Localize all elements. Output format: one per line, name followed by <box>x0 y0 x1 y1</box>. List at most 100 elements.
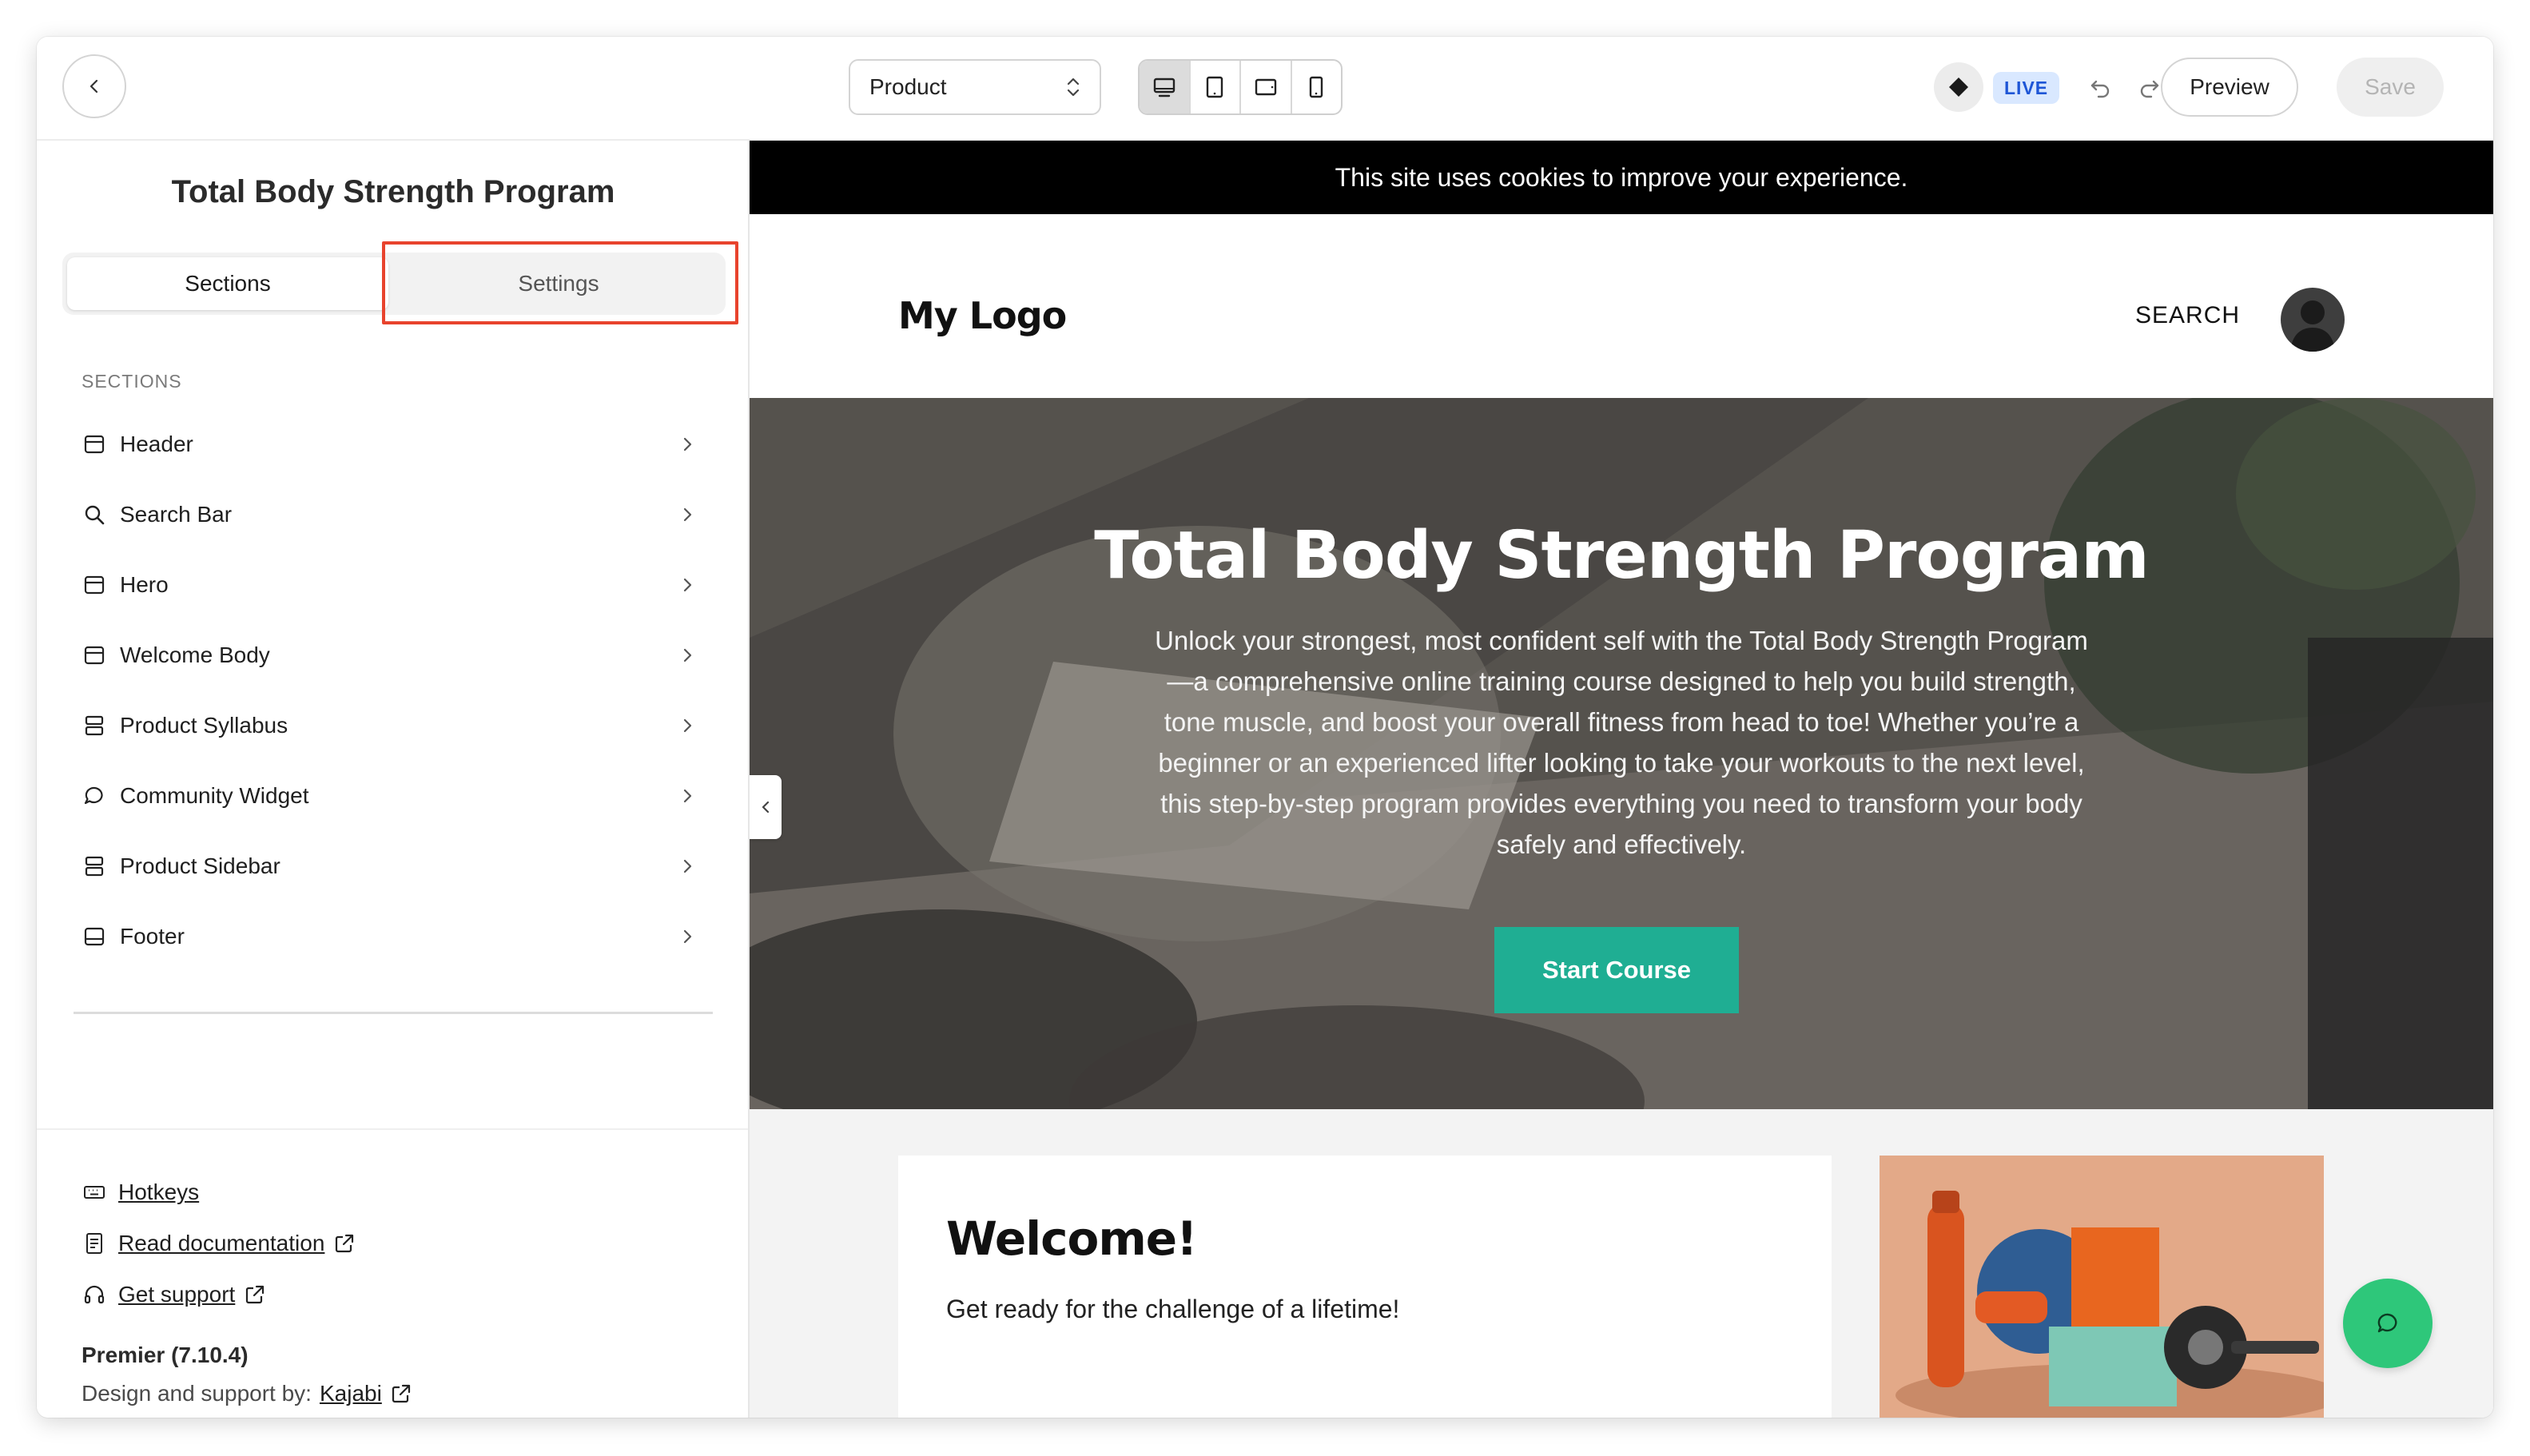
section-item-label: Welcome Body <box>120 642 270 667</box>
credit-prefix: Design and support by: <box>82 1381 312 1406</box>
section-item-label: Hero <box>120 572 169 597</box>
chevron-right-icon <box>674 642 700 668</box>
chevron-right-icon <box>674 432 700 457</box>
layout-icon <box>82 432 107 457</box>
page-title: Total Body Strength Program <box>171 174 615 209</box>
hero-section: Total Body Strength Program Unlock your … <box>750 398 2493 1109</box>
top-toolbar: Product LIVE Preview Save <box>37 37 2493 141</box>
section-item-welcome-body[interactable]: Welcome Body <box>82 620 708 690</box>
section-item-label: Product Syllabus <box>120 713 288 738</box>
preview-button[interactable]: Preview <box>2161 58 2298 117</box>
chevron-left-icon <box>90 79 98 93</box>
welcome-card: Welcome! Get ready for the challenge of … <box>898 1156 1832 1418</box>
desktop-icon <box>1153 78 1175 97</box>
external-link-icon <box>332 1231 356 1255</box>
site-header: My Logo SEARCH <box>750 214 2493 398</box>
cookie-banner: This site uses cookies to improve your e… <box>750 141 2493 214</box>
site-preview: This site uses cookies to improve your e… <box>750 141 2493 1418</box>
footer-divider <box>37 1128 748 1130</box>
tablet-landscape-icon <box>1255 78 1276 96</box>
hotkeys-label: Hotkeys <box>118 1180 200 1204</box>
credit-line: Design and support by: Kajabi <box>82 1381 412 1406</box>
section-item-product-syllabus[interactable]: Product Syllabus <box>82 690 708 761</box>
chevron-right-icon <box>674 783 700 809</box>
diamond-icon <box>1949 78 1968 97</box>
hero-description: Unlock your strongest, most confident se… <box>1155 626 2088 859</box>
section-item-label: Search Bar <box>120 502 233 527</box>
page-select-value: Product <box>869 74 947 99</box>
section-item-label: Community Widget <box>120 783 309 808</box>
page-select[interactable]: Product <box>849 59 1101 115</box>
start-course-button[interactable]: Start Course <box>1494 927 1739 1013</box>
hero-title: Total Body Strength Program <box>1094 518 2149 594</box>
external-link-icon <box>390 1382 412 1405</box>
editor-window: Product LIVE Preview Save Total Body Str… <box>37 37 2493 1418</box>
undo-button[interactable] <box>2082 70 2118 105</box>
sections-heading: SECTIONS <box>82 371 182 392</box>
version-label: Premier (7.10.4) <box>82 1343 249 1367</box>
headset-icon <box>82 1282 107 1307</box>
section-list: Header Search Bar Hero Welcome Body Prod <box>82 409 708 972</box>
user-silhouette-icon <box>2290 300 2335 352</box>
section-item-label: Product Sidebar <box>120 853 280 878</box>
tablet-icon <box>1207 76 1223 98</box>
site-logo[interactable]: My Logo <box>898 294 1067 337</box>
chevron-right-icon <box>674 924 700 949</box>
section-item-community-widget[interactable]: Community Widget <box>82 761 708 831</box>
desktop-view-button[interactable] <box>1140 61 1191 113</box>
welcome-text: Get ready for the challenge of a lifetim… <box>946 1295 1400 1323</box>
rows-icon <box>82 853 107 879</box>
fitness-equipment-image <box>1880 1156 2324 1418</box>
undo-icon <box>2090 80 2110 98</box>
search-icon <box>82 502 107 527</box>
chevron-left-icon <box>762 801 770 814</box>
section-item-product-sidebar[interactable]: Product Sidebar <box>82 831 708 901</box>
editor-sidebar: Total Body Strength Program Sections Set… <box>37 141 750 1418</box>
sidebar-tabs: Sections Settings <box>62 253 726 315</box>
document-icon <box>82 1231 107 1256</box>
chevron-updown-icon <box>1067 78 1080 97</box>
tablet-view-button[interactable] <box>1191 61 1241 113</box>
section-item-search-bar[interactable]: Search Bar <box>82 479 708 550</box>
chevron-right-icon <box>674 572 700 598</box>
layout-icon <box>82 572 107 598</box>
kajabi-link[interactable]: Kajabi <box>320 1381 382 1406</box>
tab-settings[interactable]: Settings <box>396 257 721 310</box>
section-item-hero[interactable]: Hero <box>82 550 708 620</box>
welcome-title: Welcome! <box>946 1211 1198 1266</box>
chevron-right-icon <box>674 713 700 738</box>
mobile-icon <box>1310 76 1323 98</box>
section-item-label: Footer <box>120 924 185 949</box>
mobile-view-button[interactable] <box>1292 61 1342 113</box>
save-button[interactable]: Save <box>2337 58 2444 117</box>
collapse-sidebar-handle[interactable] <box>750 775 782 839</box>
device-switcher <box>1138 59 1343 115</box>
support-link[interactable]: Get support <box>82 1282 267 1307</box>
section-item-header[interactable]: Header <box>82 409 708 479</box>
site-search-link[interactable]: SEARCH <box>2135 302 2240 329</box>
live-badge: LIVE <box>1993 72 2060 104</box>
rows-icon <box>82 713 107 738</box>
keyboard-icon <box>82 1180 107 1205</box>
chat-icon <box>2377 1313 2397 1333</box>
external-link-icon <box>243 1283 267 1307</box>
ai-assistant-button[interactable] <box>1934 62 1983 112</box>
documentation-link[interactable]: Read documentation <box>82 1231 356 1256</box>
hotkeys-link[interactable]: Hotkeys <box>82 1180 199 1205</box>
chevron-right-icon <box>674 502 700 527</box>
tablet-landscape-view-button[interactable] <box>1241 61 1292 113</box>
product-image <box>1880 1156 2324 1418</box>
list-divider <box>74 1012 713 1014</box>
support-label: Get support <box>118 1282 236 1307</box>
chat-button[interactable] <box>2343 1279 2433 1368</box>
section-item-label: Header <box>120 432 193 456</box>
avatar[interactable] <box>2281 288 2345 352</box>
section-item-footer[interactable]: Footer <box>82 901 708 972</box>
documentation-label: Read documentation <box>118 1231 325 1255</box>
back-button[interactable] <box>62 54 126 118</box>
chat-bubble-icon <box>82 783 107 809</box>
redo-icon <box>2140 80 2159 98</box>
tab-sections[interactable]: Sections <box>67 257 388 310</box>
footer-icon <box>82 924 107 949</box>
layout-icon <box>82 642 107 668</box>
